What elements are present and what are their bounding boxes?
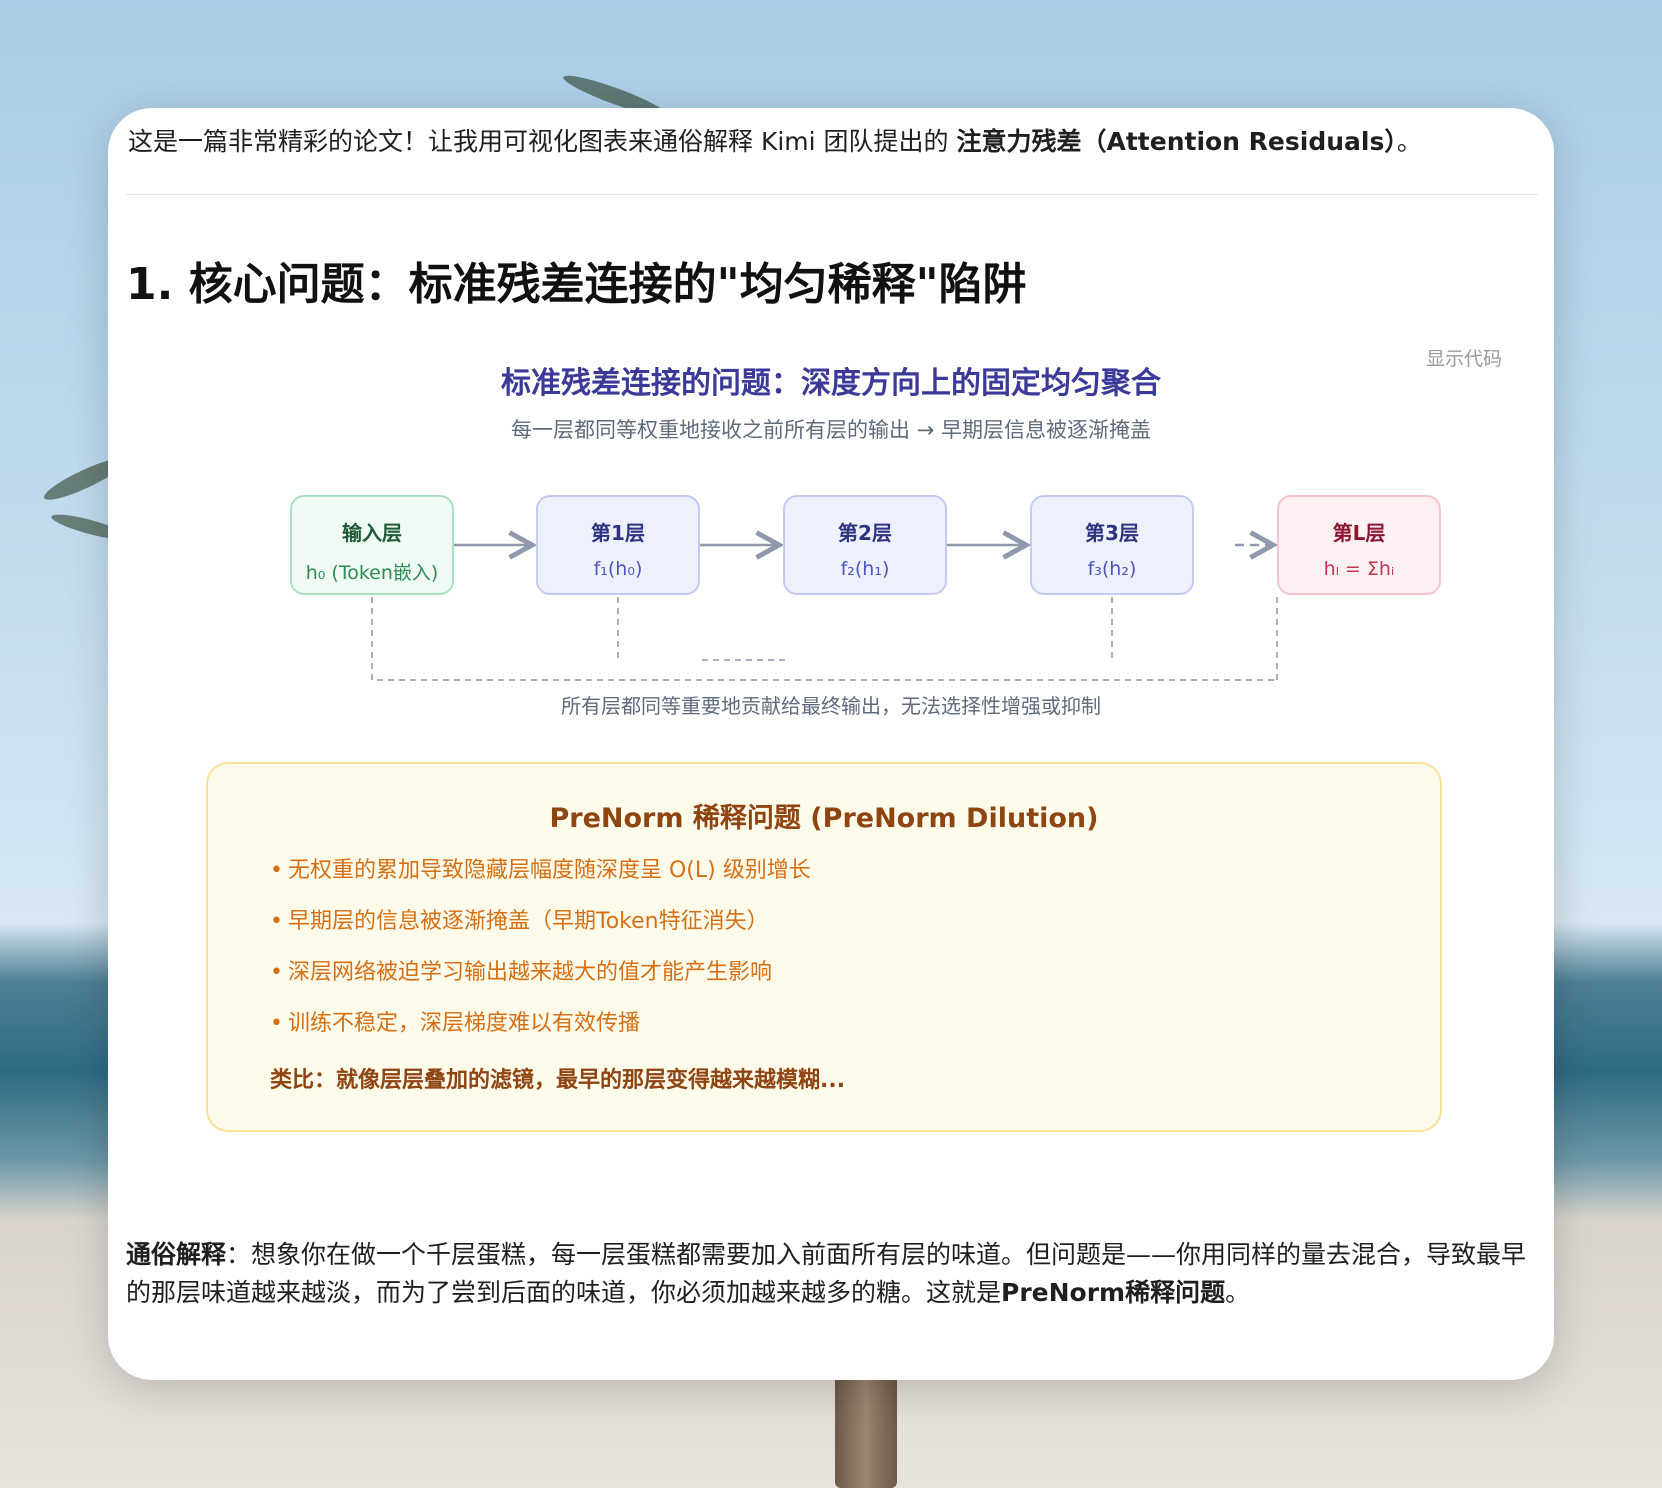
list-item-text: 深层网络被迫学习输出越来越大的值才能产生影响 — [288, 960, 773, 985]
divider — [126, 194, 1538, 195]
node-input-layer: 输入层 h₀ (Token嵌入) — [290, 495, 454, 595]
intro-paragraph: 这是一篇非常精彩的论文！让我用可视化图表来通俗解释 Kimi 团队提出的 注意力… — [128, 120, 1528, 164]
node-input-formula: h₀ (Token嵌入) — [305, 562, 439, 584]
node-layer-2-title: 第2层 — [838, 521, 892, 545]
bullet-icon: • — [270, 1011, 283, 1036]
intro-text: 这是一篇非常精彩的论文！让我用可视化图表来通俗解释 Kimi 团队提出的 — [128, 127, 957, 156]
explanation-label: 通俗解释 — [126, 1240, 227, 1269]
section-heading: 1. 核心问题：标准残差连接的"均匀稀释"陷阱 — [126, 259, 1027, 310]
intro-suffix: 。 — [1396, 127, 1422, 156]
explanation-suffix: 。 — [1225, 1278, 1251, 1307]
warning-title: PreNorm 稀释问题 (PreNorm Dilution) — [549, 803, 1099, 834]
list-item: • 无权重的累加导致隐藏层幅度随深度呈 O(L) 级别增长 — [270, 856, 811, 907]
explanation-text: ：想象你在做一个千层蛋糕，每一层蛋糕都需要加入前面所有层的味道。但问题是——你用… — [126, 1240, 1527, 1307]
figure-subtitle: 每一层都同等权重地接收之前所有层的输出 → 早期层信息被逐渐掩盖 — [511, 418, 1151, 442]
chat-message-card: 这是一篇非常精彩的论文！让我用可视化图表来通俗解释 Kimi 团队提出的 注意力… — [108, 108, 1554, 1380]
bullet-icon: • — [270, 960, 283, 985]
node-layer-1-formula: f₁(h₀) — [593, 558, 643, 580]
explanation-highlight: PreNorm稀释问题 — [1001, 1278, 1226, 1307]
node-layer-3-title: 第3层 — [1085, 521, 1139, 545]
bullet-icon: • — [270, 858, 283, 883]
node-layer-3-formula: f₃(h₂) — [1087, 558, 1137, 580]
figure-title: 标准残差连接的问题：深度方向上的固定均匀聚合 — [501, 366, 1161, 401]
residual-line-input — [371, 597, 1277, 681]
diagram-caption: 所有层都同等重要地贡献给最终输出，无法选择性增强或抑制 — [561, 694, 1101, 718]
node-layer-3: 第3层 f₃(h₂) — [1030, 495, 1194, 595]
list-item: • 深层网络被迫学习输出越来越大的值才能产生影响 — [270, 958, 811, 1009]
intro-highlight: 注意力残差（Attention Residuals） — [956, 127, 1397, 156]
warning-analogy: 类比：就像层层叠加的滤镜，最早的那层变得越来越模糊... — [270, 1068, 846, 1093]
explanation-paragraph: 通俗解释：想象你在做一个千层蛋糕，每一层蛋糕都需要加入前面所有层的味道。但问题是… — [126, 1236, 1538, 1312]
node-input-title: 输入层 — [342, 521, 402, 545]
warning-list: • 无权重的累加导致隐藏层幅度随深度呈 O(L) 级别增长 • 早期层的信息被逐渐掩… — [270, 856, 811, 1060]
node-layer-2: 第2层 f₂(h₁) — [783, 495, 947, 595]
node-layer-L-formula: hₗ = Σhᵢ — [1323, 558, 1395, 580]
list-item: • 早期层的信息被逐渐掩盖（早期Token特征消失） — [270, 907, 811, 958]
node-layer-1: 第1层 f₁(h₀) — [536, 495, 700, 595]
bullet-icon: • — [270, 909, 283, 934]
list-item: • 训练不稳定，深层梯度难以有效传播 — [270, 1009, 811, 1060]
list-item-text: 早期层的信息被逐渐掩盖（早期Token特征消失） — [288, 909, 769, 934]
node-layer-L: 第L层 hₗ = Σhᵢ — [1277, 495, 1441, 595]
list-item-text: 训练不稳定，深层梯度难以有效传播 — [288, 1011, 641, 1036]
list-item-text: 无权重的累加导致隐藏层幅度随深度呈 O(L) 级别增长 — [288, 858, 811, 883]
node-layer-2-formula: f₂(h₁) — [840, 558, 890, 580]
node-layer-1-title: 第1层 — [591, 521, 645, 545]
prenorm-warning-box: PreNorm 稀释问题 (PreNorm Dilution) • 无权重的累加导… — [206, 762, 1442, 1132]
node-layer-L-title: 第L层 — [1332, 521, 1386, 545]
